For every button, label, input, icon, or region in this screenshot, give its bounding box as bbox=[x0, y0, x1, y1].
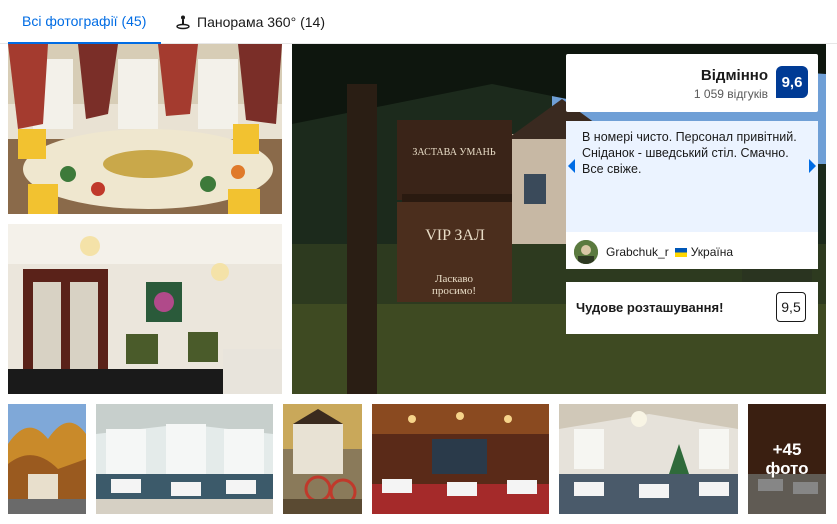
sign-welcome-1: Ласкаво bbox=[435, 273, 473, 285]
sign-name: ЗАСТАВА УМАНЬ bbox=[412, 147, 496, 158]
photo-thumb-more[interactable]: +45 фото bbox=[748, 404, 826, 514]
rating-word: Відмінно bbox=[700, 67, 768, 84]
tab-all-photos[interactable]: Всі фотографії (45) bbox=[8, 0, 161, 44]
review-text: В номері чисто. Персонал привітний. Снід… bbox=[582, 130, 797, 176]
rating-score-badge: 9,6 bbox=[776, 66, 808, 98]
more-photos-count: +45 bbox=[772, 440, 802, 459]
tab-panorama[interactable]: Панорама 360° (14) bbox=[175, 0, 325, 44]
photo-dining-room[interactable] bbox=[8, 44, 282, 214]
more-photos-overlay[interactable]: +45 фото bbox=[748, 404, 826, 514]
location-score: 9,5 bbox=[776, 292, 806, 322]
reviewer-info: Grabchuk_r Україна bbox=[574, 240, 733, 264]
tab-panorama-label: Панорама 360° (14) bbox=[197, 14, 325, 30]
photo-thumb-dining-hall[interactable] bbox=[559, 404, 738, 514]
reviewer-country: Україна bbox=[690, 245, 734, 259]
photo-thumb-banquet-hall[interactable] bbox=[372, 404, 549, 514]
location-rating: Чудове розташування! 9,5 bbox=[566, 282, 818, 334]
panorama-360-icon bbox=[175, 14, 191, 30]
rating-summary[interactable]: Відмінно 1 059 відгуків 9,6 bbox=[566, 54, 818, 112]
sign-vip: VIP ЗАЛ bbox=[425, 227, 485, 244]
chevron-left-icon[interactable] bbox=[568, 159, 575, 173]
review-quote: В номері чисто. Персонал привітний. Снід… bbox=[566, 121, 818, 232]
ukraine-flag-icon bbox=[674, 247, 687, 257]
more-photos-label: фото bbox=[765, 459, 809, 478]
reviewer-name: Grabchuk_r bbox=[606, 245, 669, 259]
chevron-right-icon[interactable] bbox=[809, 159, 816, 173]
photo-lobby[interactable] bbox=[8, 224, 282, 394]
review-count: 1 059 відгуків bbox=[693, 87, 768, 101]
photo-tabs: Всі фотографії (45) Панорама 360° (14) bbox=[0, 0, 837, 44]
photo-thumb-restaurant-hall[interactable] bbox=[96, 404, 273, 514]
photo-thumb-exterior[interactable] bbox=[8, 404, 86, 514]
sign-welcome-2: просимо! bbox=[431, 285, 477, 297]
location-label: Чудове розташування! bbox=[576, 300, 724, 315]
avatar bbox=[574, 240, 598, 264]
photo-thumb-bikes[interactable] bbox=[283, 404, 362, 514]
tab-all-photos-label: Всі фотографії (45) bbox=[22, 13, 147, 29]
review-card: В номері чисто. Персонал привітний. Снід… bbox=[566, 121, 818, 269]
